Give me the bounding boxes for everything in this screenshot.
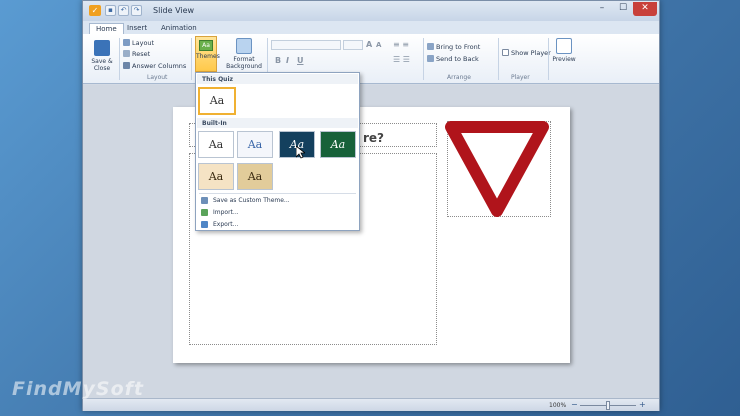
themes-label: Themes — [196, 53, 220, 60]
quick-access-toolbar: ▪ ↶ ↷ — [105, 5, 153, 17]
preview-icon — [556, 38, 572, 54]
format-background-button[interactable]: Format Background — [224, 38, 264, 70]
slide-workspace: re? — [83, 85, 659, 398]
yield-sign-picture[interactable] — [443, 119, 553, 219]
qat-save-icon[interactable]: ▪ — [105, 5, 116, 16]
import-icon — [201, 209, 208, 216]
italic-button[interactable]: I — [286, 56, 289, 65]
reset-icon — [123, 50, 130, 57]
layout-label: Layout — [132, 39, 155, 47]
builtin-header: Built-In — [197, 118, 358, 128]
menu-separator — [199, 193, 356, 194]
group-label-arrange: Arrange — [447, 74, 471, 81]
group-label-player: Player — [511, 74, 530, 81]
app-window: ✓ ▪ ↶ ↷ Slide View – ☐ ✕ Home Insert Anima… — [82, 0, 660, 411]
send-to-back-button[interactable]: Send to Back — [427, 55, 479, 63]
export-label: Export... — [213, 221, 239, 228]
shrink-font-button[interactable]: A — [376, 41, 381, 49]
answer-columns-label: Answer Columns — [132, 62, 187, 70]
title-bar: ✓ ▪ ↶ ↷ Slide View – ☐ ✕ — [83, 1, 659, 21]
themes-icon: Aa — [199, 40, 213, 51]
import-label: Import... — [213, 209, 239, 216]
answer-columns-icon — [123, 62, 130, 69]
ribbon-separator — [423, 38, 424, 80]
show-player-label: Show Player — [511, 49, 551, 57]
ribbon: Save & Close Layout Reset Answer Columns… — [83, 34, 659, 84]
send-to-back-icon — [427, 55, 434, 62]
format-background-label: Format Background — [226, 56, 262, 70]
theme-swatch-this-quiz[interactable]: Aa — [198, 87, 236, 115]
save-close-icon — [94, 40, 110, 56]
theme-swatch-label: Aa — [247, 170, 263, 183]
maximize-button[interactable]: ☐ — [613, 2, 633, 16]
window-title: Slide View — [153, 6, 195, 15]
underline-button[interactable]: U — [297, 56, 304, 65]
theme-swatch-builtin-1[interactable]: Aa — [198, 131, 234, 158]
save-theme-icon — [201, 197, 208, 204]
zoom-slider-thumb[interactable] — [606, 401, 610, 410]
send-to-back-label: Send to Back — [436, 55, 479, 63]
layout-button[interactable]: Layout — [123, 39, 154, 47]
bring-to-front-button[interactable]: Bring to Front — [427, 43, 480, 51]
save-close-label: Save & Close — [91, 58, 113, 72]
bold-button[interactable]: B — [275, 56, 281, 65]
this-quiz-header: This Quiz — [197, 74, 358, 84]
theme-swatch-builtin-5[interactable]: Aa — [198, 163, 234, 190]
zoom-level: 100% — [549, 402, 567, 409]
bring-to-front-icon — [427, 43, 434, 50]
reset-label: Reset — [132, 50, 151, 58]
list-buttons[interactable]: ☰ ☰ — [393, 55, 410, 64]
ribbon-separator — [119, 38, 120, 80]
theme-swatch-label: Aa — [208, 170, 224, 183]
status-bar: 100% − + — [83, 398, 659, 411]
format-background-icon — [236, 38, 252, 54]
layout-icon — [123, 39, 130, 46]
preview-button[interactable]: Preview — [552, 38, 576, 63]
group-label-layout: Layout — [147, 74, 168, 81]
themes-dropdown: This Quiz Aa Built-In Aa Aa Aa Aa Aa Aa Save … — [195, 72, 360, 231]
font-family-select[interactable] — [271, 40, 341, 50]
ribbon-separator — [548, 38, 549, 80]
close-button[interactable]: ✕ — [633, 2, 657, 16]
show-player-checkbox[interactable]: Show Player — [502, 49, 551, 57]
app-icon: ✓ — [89, 5, 101, 16]
import-item[interactable]: Import... — [199, 207, 357, 218]
theme-swatch-builtin-2[interactable]: Aa — [237, 131, 273, 158]
save-custom-theme-label: Save as Custom Theme... — [213, 197, 290, 204]
theme-swatch-label: Aa — [208, 138, 224, 151]
question-text: re? — [363, 131, 385, 145]
ribbon-separator — [191, 38, 192, 80]
themes-button[interactable]: Aa Themes — [195, 36, 220, 72]
qat-redo-icon[interactable]: ↷ — [131, 5, 142, 16]
checkbox-icon — [502, 49, 509, 56]
ribbon-tabs: Home Insert Animation — [83, 21, 659, 35]
save-close-button[interactable]: Save & Close — [87, 40, 117, 72]
bring-to-front-label: Bring to Front — [436, 43, 481, 51]
theme-swatch-builtin-6[interactable]: Aa — [237, 163, 273, 190]
ribbon-separator — [498, 38, 499, 80]
zoom-in-button[interactable]: + — [639, 400, 646, 409]
export-icon — [201, 221, 208, 228]
zoom-out-button[interactable]: − — [571, 400, 578, 409]
save-custom-theme-item[interactable]: Save as Custom Theme... — [199, 195, 357, 206]
theme-swatch-label: Aa — [247, 138, 263, 151]
minimize-button[interactable]: – — [591, 2, 613, 16]
mouse-cursor-icon — [296, 146, 305, 159]
watermark-text: FindMySoft — [12, 378, 144, 400]
theme-swatch-label: Aa — [209, 94, 225, 107]
reset-button[interactable]: Reset — [123, 50, 150, 58]
theme-swatch-label: Aa — [330, 138, 346, 151]
export-item[interactable]: Export... — [199, 219, 357, 230]
grow-font-button[interactable]: A — [366, 40, 372, 49]
font-size-select[interactable] — [343, 40, 363, 50]
answer-columns-button[interactable]: Answer Columns — [123, 62, 186, 70]
theme-swatch-builtin-4[interactable]: Aa — [320, 131, 356, 158]
preview-label: Preview — [552, 56, 576, 63]
align-buttons[interactable]: ≡ ≡ — [393, 40, 409, 49]
qat-undo-icon[interactable]: ↶ — [118, 5, 129, 16]
